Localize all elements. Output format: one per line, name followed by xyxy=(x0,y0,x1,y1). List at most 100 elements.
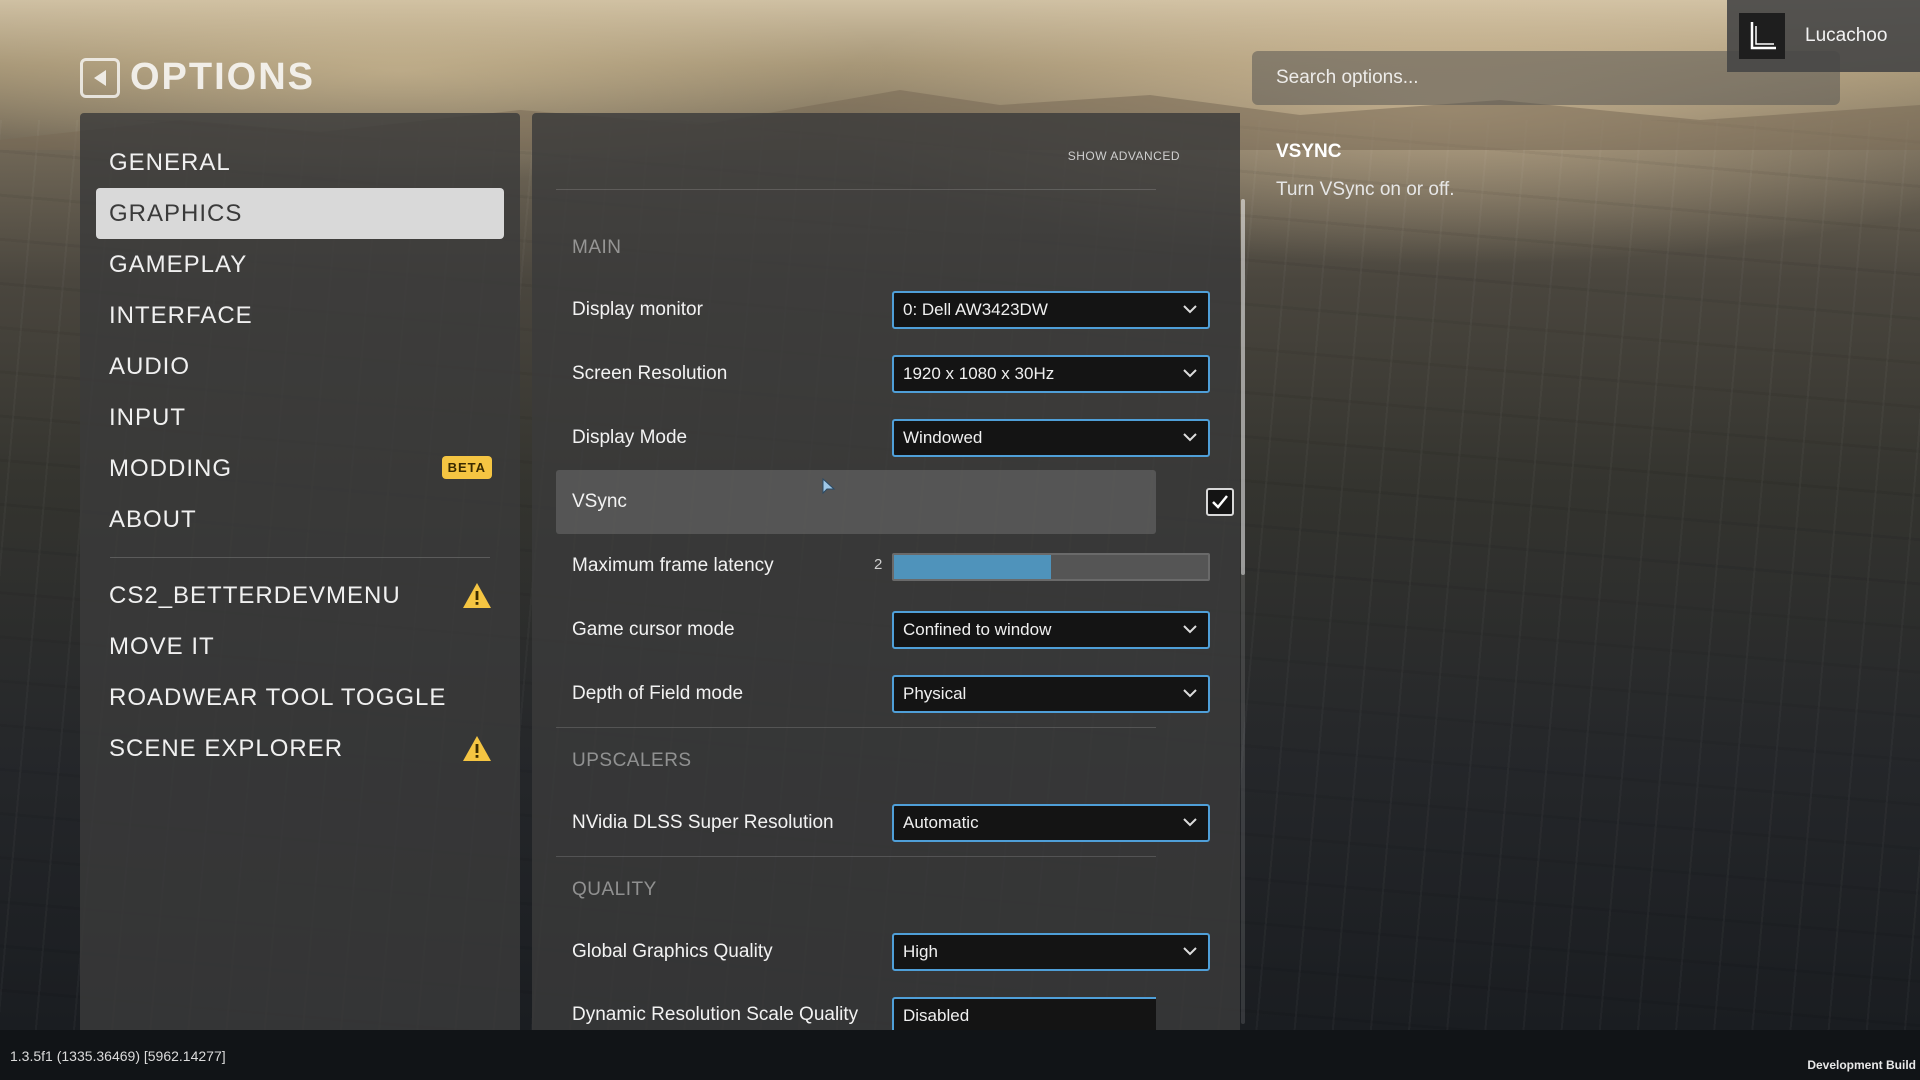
back-arrow-icon xyxy=(94,69,106,86)
warning-icon xyxy=(463,583,491,608)
section-quality-header: QUALITY xyxy=(572,879,657,900)
setting-vsync[interactable]: VSync xyxy=(556,470,1234,534)
setting-max-frame-latency: Maximum frame latency 2 xyxy=(556,534,1210,598)
paradox-logo-icon xyxy=(1739,13,1785,59)
setting-label: Screen Resolution xyxy=(572,363,728,384)
display-mode-dropdown[interactable]: Windowed xyxy=(892,419,1210,457)
setting-game-cursor-mode: Game cursor mode Confined to window xyxy=(556,598,1210,662)
setting-label: Depth of Field mode xyxy=(572,683,744,704)
nav-item-cs2-betterdevmenu[interactable]: CS2_BETTERDEVMENU xyxy=(96,570,504,621)
max-frame-latency-slider[interactable] xyxy=(892,553,1210,581)
nav-item-about[interactable]: ABOUT xyxy=(96,494,504,545)
nav-divider xyxy=(110,557,490,558)
nav-item-interface[interactable]: INTERFACE xyxy=(96,290,504,341)
setting-depth-of-field-mode: Depth of Field mode Physical xyxy=(556,662,1210,726)
display-monitor-dropdown[interactable]: 0: Dell AW3423DW xyxy=(892,291,1210,329)
nav-item-label: MODDING xyxy=(109,454,232,482)
nav-item-graphics[interactable]: GRAPHICS xyxy=(96,188,504,239)
nav-item-label: GRAPHICS xyxy=(109,199,243,227)
vsync-checkbox[interactable] xyxy=(1206,488,1234,516)
chevron-down-icon xyxy=(1183,689,1197,698)
nav-item-audio[interactable]: AUDIO xyxy=(96,341,504,392)
nav-item-label: SCENE EXPLORER xyxy=(109,734,344,762)
setting-global-graphics-quality: Global Graphics Quality High xyxy=(556,920,1210,984)
dlss-dropdown[interactable]: Automatic xyxy=(892,804,1210,842)
version-text: 1.3.5f1 (1335.36469) [5962.14277] xyxy=(10,1048,226,1064)
chevron-down-icon xyxy=(1183,625,1197,634)
status-bar: 1.3.5f1 (1335.36469) [5962.14277] Develo… xyxy=(0,1030,1920,1080)
setting-dlss: NVidia DLSS Super Resolution Automatic xyxy=(556,791,1210,855)
nav-item-label: INTERFACE xyxy=(109,301,253,329)
user-name: Lucachoo xyxy=(1805,25,1888,46)
beta-badge: BETA xyxy=(441,456,492,479)
section-upscalers-header: UPSCALERS xyxy=(572,750,692,771)
build-label: Development Build xyxy=(1807,1058,1916,1072)
settings-panel: SHOW ADVANCED MAIN Display monitor 0: De… xyxy=(532,113,1245,1030)
show-advanced-toggle[interactable]: SHOW ADVANCED xyxy=(1068,149,1180,163)
section-main-header: MAIN xyxy=(572,237,622,258)
setting-screen-resolution: Screen Resolution 1920 x 1080 x 30Hz xyxy=(556,342,1210,406)
nav-item-label: GAMEPLAY xyxy=(109,250,248,278)
page-title: OPTIONS xyxy=(130,56,316,98)
nav-item-label: ROADWEAR TOOL TOGGLE xyxy=(109,683,447,711)
dropdown-value: 1920 x 1080 x 30Hz xyxy=(903,364,1055,383)
dropdown-value: Automatic xyxy=(903,813,979,832)
divider xyxy=(556,727,1156,728)
dropdown-value: Physical xyxy=(903,684,967,703)
depth-of-field-dropdown[interactable]: Physical xyxy=(892,675,1210,713)
setting-label: Dynamic Resolution Scale Quality xyxy=(572,1004,859,1025)
nav-item-label: MOVE IT xyxy=(109,632,215,660)
chevron-down-icon xyxy=(1183,947,1197,956)
chevron-down-icon xyxy=(1183,433,1197,442)
description-title: VSYNC xyxy=(1276,141,1342,162)
description-text: Turn VSync on or off. xyxy=(1276,179,1455,200)
setting-label: Display monitor xyxy=(572,299,703,320)
chevron-down-icon xyxy=(1183,818,1197,827)
nav-item-input[interactable]: INPUT xyxy=(96,392,504,443)
nav-item-label: ABOUT xyxy=(109,505,197,533)
nav-item-scene-explorer[interactable]: SCENE EXPLORER xyxy=(96,723,504,774)
settings-scrollbar[interactable] xyxy=(1241,199,1245,1024)
setting-label: NVidia DLSS Super Resolution xyxy=(572,812,834,833)
dropdown-value: 0: Dell AW3423DW xyxy=(903,300,1048,319)
dropdown-value: High xyxy=(903,942,938,961)
setting-dynamic-resolution-scale-quality: Dynamic Resolution Scale Quality Disable… xyxy=(556,984,1156,1030)
dynamic-resolution-dropdown[interactable]: Disabled xyxy=(892,997,1156,1030)
nav-item-label: AUDIO xyxy=(109,352,191,380)
setting-label: Global Graphics Quality xyxy=(572,941,773,962)
nav-item-label: INPUT xyxy=(109,403,186,431)
dropdown-value: Confined to window xyxy=(903,620,1052,639)
chevron-down-icon xyxy=(1183,305,1197,314)
nav-item-label: GENERAL xyxy=(109,148,231,176)
setting-display-mode: Display Mode Windowed xyxy=(556,406,1210,470)
slider-fill xyxy=(894,555,1051,579)
setting-label: Maximum frame latency xyxy=(572,555,774,576)
options-sidebar: GENERAL GRAPHICS GAMEPLAY INTERFACE AUDI… xyxy=(80,113,520,1030)
nav-item-move-it[interactable]: MOVE IT xyxy=(96,621,504,672)
mouse-cursor-icon xyxy=(822,478,836,495)
divider xyxy=(556,856,1156,857)
nav-item-gameplay[interactable]: GAMEPLAY xyxy=(96,239,504,290)
chevron-down-icon xyxy=(1183,369,1197,378)
page-header: OPTIONS xyxy=(80,56,315,99)
nav-item-modding[interactable]: MODDING BETA xyxy=(96,443,504,494)
dropdown-value: Windowed xyxy=(903,428,983,447)
nav-item-general[interactable]: GENERAL xyxy=(96,137,504,188)
checkmark-icon xyxy=(1212,495,1228,509)
slider-value: 2 xyxy=(874,556,883,573)
game-cursor-mode-dropdown[interactable]: Confined to window xyxy=(892,611,1210,649)
nav-item-roadwear-tool-toggle[interactable]: ROADWEAR TOOL TOGGLE xyxy=(96,672,504,723)
setting-label: Display Mode xyxy=(572,427,688,448)
setting-label: Game cursor mode xyxy=(572,619,735,640)
back-button[interactable] xyxy=(80,57,120,98)
user-profile[interactable]: Lucachoo xyxy=(1727,0,1920,72)
dropdown-value: Disabled xyxy=(903,1006,970,1025)
screen-resolution-dropdown[interactable]: 1920 x 1080 x 30Hz xyxy=(892,355,1210,393)
divider xyxy=(556,189,1156,190)
global-graphics-quality-dropdown[interactable]: High xyxy=(892,933,1210,971)
scrollbar-thumb[interactable] xyxy=(1241,199,1245,575)
setting-label: VSync xyxy=(572,491,627,512)
nav-item-label: CS2_BETTERDEVMENU xyxy=(109,581,401,609)
setting-display-monitor: Display monitor 0: Dell AW3423DW xyxy=(556,278,1210,342)
warning-icon xyxy=(463,736,491,761)
